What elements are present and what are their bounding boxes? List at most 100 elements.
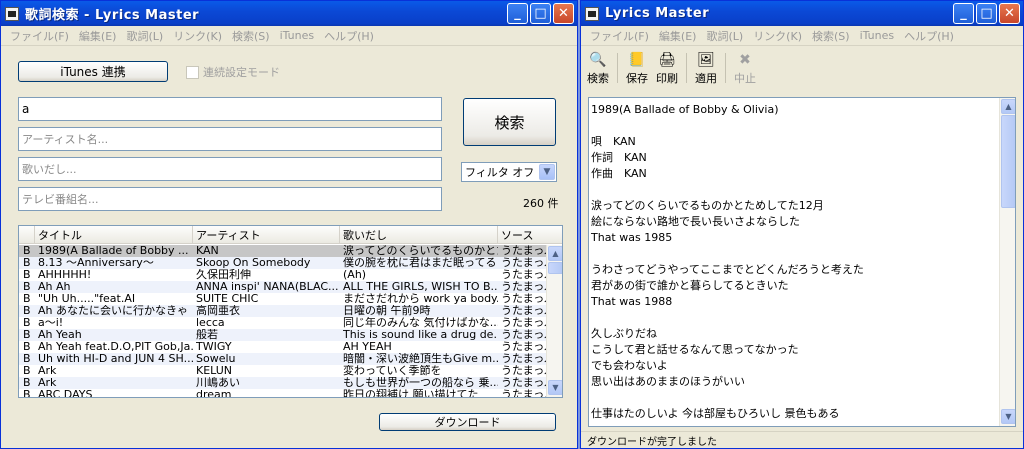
menu-link[interactable]: リンク(K) — [168, 28, 227, 44]
cell-artist: Sowelu — [196, 353, 236, 365]
menu-lyrics[interactable]: 歌詞(L) — [121, 28, 168, 44]
table-scrollbar[interactable]: ▲ ▼ — [546, 245, 562, 397]
cell-title: Ah Yeah feat.D.O,PIT Gob,Ja... — [38, 341, 193, 353]
toolbar-apply-label: 適用 — [695, 72, 717, 85]
menu-lyrics[interactable]: 歌詞(L) — [701, 28, 748, 44]
menu-search[interactable]: 検索(S) — [807, 28, 855, 44]
toolbar-apply-button[interactable]: 🖼 適用 — [695, 51, 717, 86]
cell-lyrics: 同じ年のみんな 気付けばかな... — [343, 317, 498, 329]
toolbar: 🔍 検索 📒 保存 🖨 印刷 🖼 適用 ✖ 中止 — [581, 47, 1023, 89]
search-window-titlebar[interactable]: 歌詞検索 - Lyrics Master _ □ ✕ — [1, 1, 577, 26]
lyrics-line: 絵にならない路地で長い長いさよならした — [591, 215, 800, 228]
maximize-button[interactable]: □ — [976, 3, 997, 24]
apply-icon: 🖼 — [697, 52, 715, 68]
table-row[interactable]: B ARC DAYS dream 昨日の翔補け 願い描けてた うたまっぷ — [19, 389, 547, 398]
menu-file[interactable]: ファイル(F) — [5, 28, 74, 44]
menu-help[interactable]: ヘルプ(H) — [899, 28, 959, 44]
minimize-button[interactable]: _ — [507, 3, 528, 24]
cell-lyrics: 暗闇・深い波絶頂生もGive m... — [343, 353, 498, 365]
table-row[interactable]: Ba～i! lecca 同じ年のみんな 気付けばかな...うたまっぷ — [19, 317, 547, 329]
cell-mark: B — [23, 293, 31, 305]
cell-title: Ah Ah — [38, 281, 71, 293]
window-title: 歌詞検索 - Lyrics Master — [25, 8, 200, 23]
app-icon — [5, 6, 19, 21]
table-row[interactable]: B Ah Yeah feat.D.O,PIT Gob,Ja... TWIGY AH Y… — [19, 341, 547, 353]
filter-value: フィルタ オフ — [465, 166, 535, 179]
toolbar-separator — [617, 53, 618, 83]
menu-edit[interactable]: 編集(E) — [74, 28, 122, 44]
tv-program-input[interactable]: テレビ番組名... — [18, 187, 442, 211]
checkbox-box[interactable] — [186, 65, 199, 79]
scroll-up-button[interactable]: ▲ — [548, 246, 562, 261]
download-button[interactable]: ダウンロード — [379, 413, 556, 431]
continuous-mode-checkbox[interactable]: 連続設定モード — [186, 64, 280, 80]
cell-source: うたまっぷ — [501, 317, 547, 329]
scroll-thumb[interactable] — [1001, 115, 1015, 208]
table-row[interactable]: B Ah あなたに会いに行かなきゃ高岡亜衣 日曜の朝 午前9時 うたまっぷ — [19, 305, 547, 317]
close-icon: ✕ — [558, 6, 569, 21]
table-row[interactable]: B 8.13 ～Anniversary～ Skoop On Somebody 僕の腕を… — [19, 257, 547, 269]
cell-lyrics: もしも世界が一つの船なら 乗... — [343, 377, 498, 389]
artist-input[interactable]: アーティスト名... — [18, 127, 442, 151]
chevron-down-icon[interactable]: ▼ — [539, 164, 555, 180]
column-header-source[interactable]: ソース — [498, 226, 562, 244]
itunes-link-button[interactable]: iTunes 連携 — [18, 61, 168, 82]
table-row[interactable]: B 1989(A Ballade of Bobby ... KAN 涙ってどのくらいで… — [19, 245, 547, 257]
menu-itunes[interactable]: iTunes — [275, 29, 320, 42]
close-button[interactable]: ✕ — [553, 3, 574, 24]
title-search-input[interactable]: a — [18, 97, 442, 121]
scroll-thumb[interactable] — [548, 262, 562, 274]
scroll-down-button[interactable]: ▼ — [1001, 409, 1015, 424]
menu-file[interactable]: ファイル(F) — [585, 28, 654, 44]
cell-artist: 久保田利伸 — [196, 269, 251, 281]
filter-select[interactable]: フィルタ オフ ▼ — [461, 162, 557, 182]
lyrics-text-area[interactable]: 1989(A Ballade of Bobby & Olivia) 唄 KAN 作詞… — [588, 97, 1016, 427]
lyrics-scrollbar[interactable]: ▲ ▼ — [999, 98, 1015, 426]
column-header-lyrics[interactable]: 歌いだし — [340, 226, 498, 244]
lyrics-window-titlebar[interactable]: Lyrics Master _ □ ✕ — [581, 1, 1023, 26]
menu-link[interactable]: リンク(K) — [748, 28, 807, 44]
table-row[interactable]: B "Uh Uh....."feat.AI SUITE CHIC まださだれから wo… — [19, 293, 547, 305]
lyrics-start-input[interactable]: 歌いだし... — [18, 157, 442, 181]
cell-artist: Skoop On Somebody — [196, 257, 311, 269]
lyrics-line: 君があの街で誰かと暮らしてるときいた — [591, 279, 789, 292]
maximize-button[interactable]: □ — [530, 3, 551, 24]
search-button[interactable]: 検索 — [463, 98, 556, 146]
table-row[interactable]: B AHHHHH! 久保田利伸 (Ah) うたまっぷ — [19, 269, 547, 281]
lyrics-line: 作詞 KAN — [591, 151, 647, 164]
stop-x-icon: ✖ — [739, 52, 751, 68]
menu-search[interactable]: 検索(S) — [227, 28, 275, 44]
cell-title: ARC DAYS — [38, 389, 93, 398]
toolbar-stop-button[interactable]: ✖ 中止 — [734, 51, 756, 86]
cell-mark: B — [23, 269, 31, 281]
menu-itunes[interactable]: iTunes — [855, 29, 900, 42]
cell-title: Ark — [38, 365, 57, 377]
menu-help[interactable]: ヘルプ(H) — [319, 28, 379, 44]
toolbar-save-button[interactable]: 📒 保存 — [626, 51, 648, 86]
lyrics-line: 久しぶりだね — [591, 327, 657, 340]
toolbar-print-button[interactable]: 🖨 印刷 — [656, 51, 678, 86]
lyrics-line: うわさってどうやってここまでとどくんだろうと考えた — [591, 263, 864, 276]
cell-artist: KAN — [196, 245, 219, 257]
column-header-title[interactable]: タイトル — [35, 226, 193, 244]
maximize-icon: □ — [534, 6, 547, 21]
table-row[interactable]: B Ark KELUN 変わっていく季節を うたまっぷ — [19, 365, 547, 377]
table-row[interactable]: B Ah Yeah 般若 This is sound like a drug de..… — [19, 329, 547, 341]
toolbar-stop-label: 中止 — [734, 72, 756, 85]
column-header-mark[interactable] — [19, 226, 35, 244]
minimize-button[interactable]: _ — [953, 3, 974, 24]
cell-mark: B — [23, 377, 31, 389]
menu-edit[interactable]: 編集(E) — [654, 28, 702, 44]
lyrics-line: 1989(A Ballade of Bobby & Olivia) — [591, 103, 779, 116]
table-row[interactable]: B Ark 川嶋あい もしも世界が一つの船なら 乗...うたまっぷ — [19, 377, 547, 389]
close-button[interactable]: ✕ — [999, 3, 1020, 24]
table-row[interactable]: B Uh with HI-D and JUN 4 SH... Sowelu 暗闇・深い… — [19, 353, 547, 365]
cell-lyrics: AH YEAH — [343, 341, 392, 353]
lyrics-lines: 1989(A Ballade of Bobby & Olivia) 唄 KAN 作詞… — [591, 102, 864, 422]
scroll-up-button[interactable]: ▲ — [1001, 99, 1015, 114]
scroll-down-button[interactable]: ▼ — [548, 380, 562, 395]
toolbar-search-button[interactable]: 🔍 検索 — [587, 51, 609, 86]
column-header-artist[interactable]: アーティスト — [193, 226, 340, 244]
table-row[interactable]: B Ah Ah ANNA inspi' NANA(BLAC... ALL THE GI… — [19, 281, 547, 293]
lyrics-line — [591, 310, 864, 326]
